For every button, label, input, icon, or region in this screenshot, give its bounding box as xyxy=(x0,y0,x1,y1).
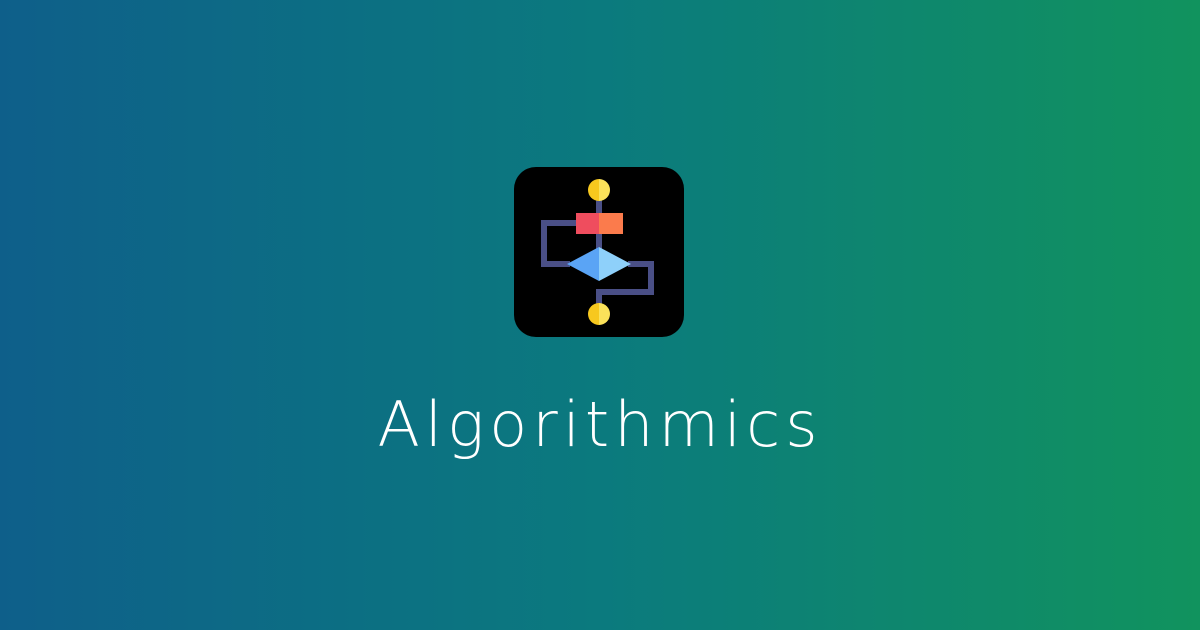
start-node xyxy=(588,179,610,201)
og-banner: Algorithmics xyxy=(0,0,1200,630)
brand-wordmark: Algorithmics xyxy=(377,388,823,461)
process-node xyxy=(576,213,623,234)
flowchart-icon xyxy=(514,167,684,337)
decision-node xyxy=(567,247,631,281)
end-node xyxy=(588,303,610,325)
